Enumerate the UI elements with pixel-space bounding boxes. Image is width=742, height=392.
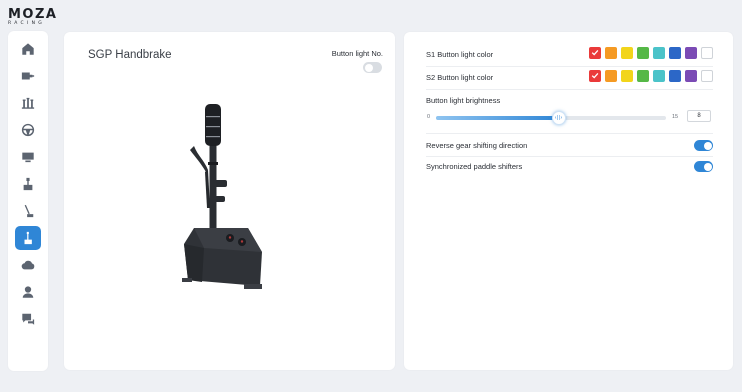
divider — [426, 133, 713, 134]
s1-color-swatches — [589, 47, 713, 59]
nav-sgp-handbrake[interactable] — [15, 226, 41, 250]
sync-paddles-toggle[interactable] — [694, 161, 713, 172]
logo-name: MOZA — [8, 7, 58, 22]
settings-panel: S1 Button light color S2 Button light co… — [404, 32, 733, 370]
brightness-min-label: 0 — [427, 114, 431, 120]
brightness-slider-fill — [436, 116, 559, 120]
pedals-icon — [21, 97, 35, 109]
nav-pedals[interactable] — [15, 91, 41, 115]
logo-subtitle: RACING — [8, 21, 46, 26]
nav-feedback[interactable] — [15, 307, 41, 331]
s2-color-label: S2 Button light color — [426, 73, 494, 82]
nav-dashboard[interactable] — [15, 145, 41, 169]
color-swatch[interactable] — [589, 70, 601, 82]
divider — [426, 66, 713, 67]
color-swatch[interactable] — [685, 47, 697, 59]
brightness-slider-thumb[interactable]: ‹||› — [551, 111, 566, 125]
button-light-toggle[interactable] — [363, 62, 382, 73]
brightness-label: Button light brightness — [426, 96, 501, 105]
shifter-icon — [23, 177, 33, 191]
color-swatch[interactable] — [621, 70, 633, 82]
device-title: SGP Handbrake — [88, 49, 172, 61]
home-icon — [22, 43, 34, 55]
sidebar — [8, 31, 48, 371]
color-swatch[interactable] — [701, 70, 713, 82]
user-icon — [22, 286, 34, 298]
check-icon — [591, 49, 599, 56]
divider — [426, 156, 713, 157]
device-panel: SGP Handbrake Button light No. — [64, 32, 395, 370]
color-swatch[interactable] — [621, 47, 633, 59]
s1-color-label: S1 Button light color — [426, 50, 494, 59]
nav-shifter[interactable] — [15, 172, 41, 196]
button-light-label: Button light No. — [331, 49, 383, 58]
color-swatch[interactable] — [605, 47, 617, 59]
nav-wheelbase[interactable] — [15, 64, 41, 88]
brightness-slider[interactable]: ‹||› — [436, 111, 666, 125]
nav-handbrake[interactable] — [15, 199, 41, 223]
color-swatch[interactable] — [653, 70, 665, 82]
reverse-gear-label: Reverse gear shifting direction — [426, 141, 528, 150]
color-swatch[interactable] — [669, 70, 681, 82]
feedback-icon — [22, 313, 35, 325]
check-icon — [591, 72, 599, 79]
color-swatch[interactable] — [589, 47, 601, 59]
sync-paddles-label: Synchronized paddle shifters — [426, 162, 523, 171]
color-swatch[interactable] — [653, 47, 665, 59]
color-swatch[interactable] — [669, 47, 681, 59]
moza-logo: MOZA RACING — [8, 7, 70, 31]
s2-color-swatches — [589, 70, 713, 82]
sgp-handbrake-image — [182, 104, 262, 289]
dashboard-icon — [22, 152, 34, 163]
nav-steering-wheel[interactable] — [15, 118, 41, 142]
cloud-icon — [21, 260, 35, 270]
steering-wheel-icon — [21, 123, 35, 137]
color-swatch[interactable] — [637, 70, 649, 82]
nav-user[interactable] — [15, 280, 41, 304]
brightness-max-label: 15 — [672, 114, 679, 120]
color-swatch[interactable] — [605, 70, 617, 82]
nav-cloud[interactable] — [15, 253, 41, 277]
toggle-knob — [364, 63, 373, 72]
wheelbase-icon — [21, 72, 35, 80]
slider-grip-glyph: ‹||› — [554, 115, 563, 121]
divider — [426, 89, 713, 90]
brightness-value-input[interactable]: 8 — [687, 110, 711, 122]
color-swatch[interactable] — [685, 70, 697, 82]
reverse-gear-toggle[interactable] — [694, 140, 713, 151]
toggle-knob — [703, 162, 712, 171]
handbrake-icon — [24, 204, 34, 218]
toggle-knob — [703, 141, 712, 150]
color-swatch[interactable] — [701, 47, 713, 59]
sgp-handbrake-icon — [24, 231, 32, 245]
color-swatch[interactable] — [637, 47, 649, 59]
nav-home[interactable] — [15, 37, 41, 61]
